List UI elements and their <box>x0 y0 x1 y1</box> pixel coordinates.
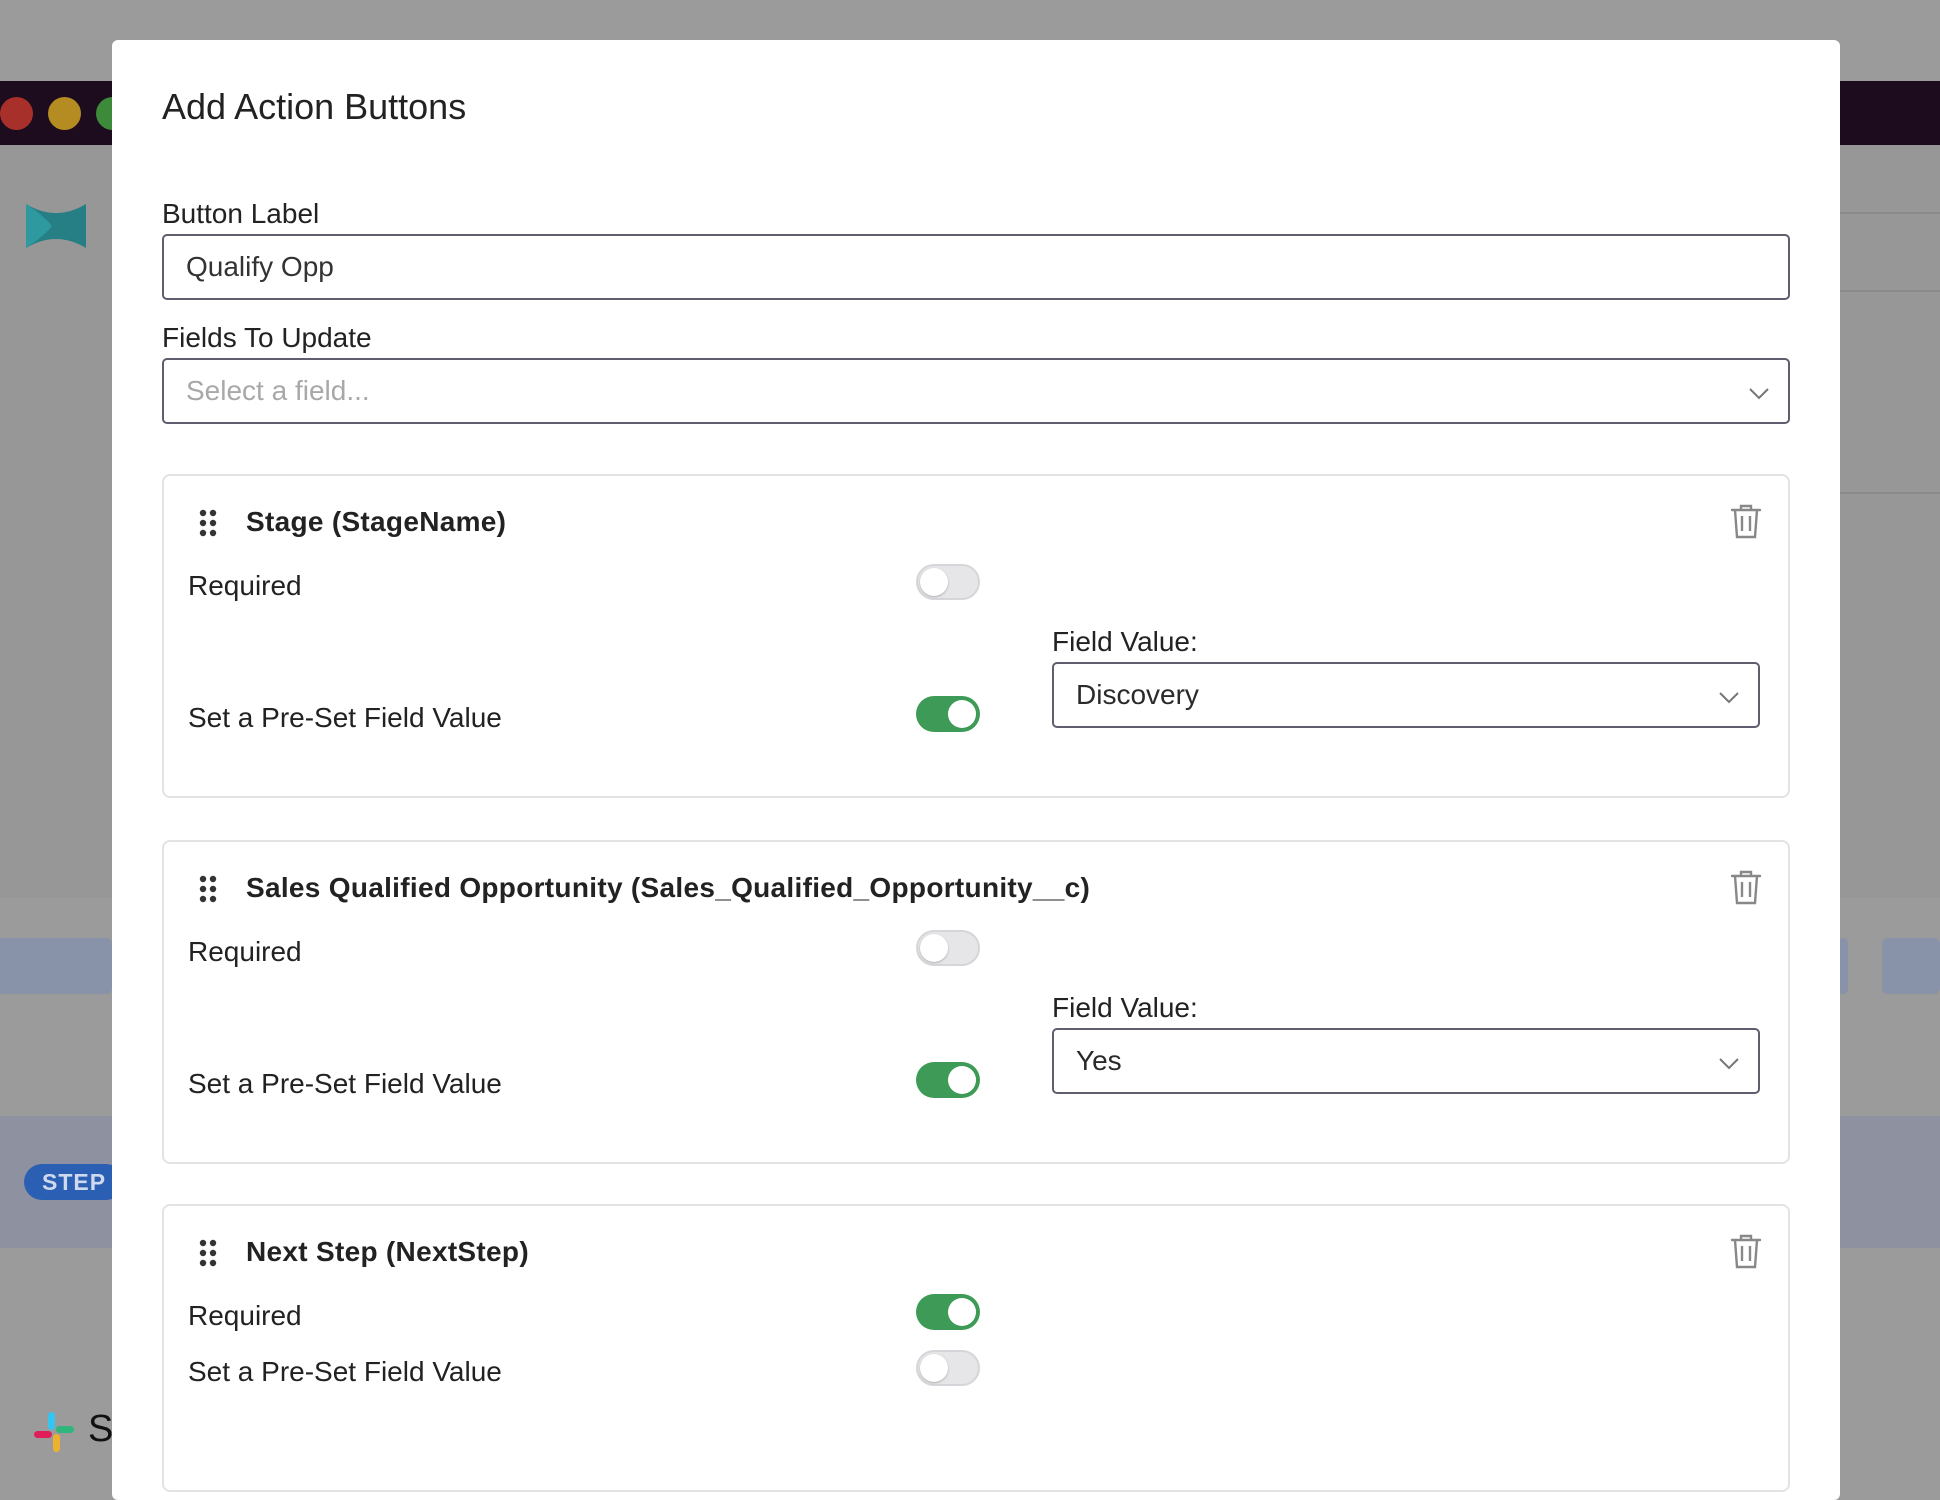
toggle-knob <box>920 934 948 962</box>
preset-value-label: Set a Pre-Set Field Value <box>188 1068 502 1099</box>
trash-icon[interactable] <box>1730 504 1762 540</box>
background-bar <box>1882 938 1940 994</box>
chevron-down-icon <box>1719 1058 1739 1070</box>
field-value-selected: Yes <box>1076 1045 1122 1076</box>
field-value-label: Field Value: <box>1052 626 1198 657</box>
trash-icon[interactable] <box>1730 1234 1762 1270</box>
required-toggle[interactable] <box>916 930 980 966</box>
slack-logo-icon <box>34 1412 74 1452</box>
required-toggle[interactable] <box>916 564 980 600</box>
required-label: Required <box>188 936 302 967</box>
field-card-title: Sales Qualified Opportunity (Sales_Quali… <box>246 872 1091 903</box>
toggle-knob <box>948 1298 976 1326</box>
workspace-name: S <box>88 1408 114 1450</box>
field-value-select[interactable]: Discovery <box>1052 662 1760 728</box>
close-window-icon[interactable] <box>0 97 33 130</box>
required-label: Required <box>188 570 302 601</box>
field-value-label: Field Value: <box>1052 992 1198 1023</box>
chevron-down-icon <box>1719 692 1739 704</box>
drag-handle-icon[interactable] <box>198 874 218 904</box>
toggle-knob <box>920 568 948 596</box>
add-action-buttons-modal: Add Action Buttons Button Label Fields T… <box>112 40 1840 1500</box>
modal-title: Add Action Buttons <box>162 86 467 127</box>
background-divider <box>1840 492 1940 494</box>
field-value-select[interactable]: Yes <box>1052 1028 1760 1094</box>
button-label-input[interactable] <box>162 234 1790 300</box>
toggle-knob <box>948 1066 976 1094</box>
preset-value-toggle[interactable] <box>916 1350 980 1386</box>
fields-to-update-select[interactable]: Select a field... <box>162 358 1790 424</box>
chevron-down-icon <box>1749 388 1769 400</box>
field-value-selected: Discovery <box>1076 679 1199 710</box>
background-divider <box>1840 212 1940 214</box>
required-label: Required <box>188 1300 302 1331</box>
trash-icon[interactable] <box>1730 870 1762 906</box>
minimize-window-icon[interactable] <box>48 97 81 130</box>
preset-value-toggle[interactable] <box>916 1062 980 1098</box>
field-card-sales-qualified-opportunity: Sales Qualified Opportunity (Sales_Quali… <box>162 840 1790 1164</box>
field-card-title: Next Step (NextStep) <box>246 1236 529 1267</box>
toggle-knob <box>948 700 976 728</box>
preset-value-label: Set a Pre-Set Field Value <box>188 702 502 733</box>
background-divider <box>1840 290 1940 292</box>
app-logo-icon <box>26 204 86 248</box>
preset-value-label: Set a Pre-Set Field Value <box>188 1356 502 1387</box>
field-card-stage: Stage (StageName) Required Field Value: … <box>162 474 1790 798</box>
field-card-title: Stage (StageName) <box>246 506 507 537</box>
toggle-knob <box>920 1354 948 1382</box>
select-placeholder: Select a field... <box>186 375 370 406</box>
step-badge: STEP <box>24 1164 125 1200</box>
preset-value-toggle[interactable] <box>916 696 980 732</box>
field-card-next-step: Next Step (NextStep) Required Set a Pre-… <box>162 1204 1790 1492</box>
button-label-label: Button Label <box>162 198 320 229</box>
drag-handle-icon[interactable] <box>198 508 218 538</box>
required-toggle[interactable] <box>916 1294 980 1330</box>
background-bar <box>0 938 112 994</box>
drag-handle-icon[interactable] <box>198 1238 218 1268</box>
fields-to-update-label: Fields To Update <box>162 322 372 353</box>
